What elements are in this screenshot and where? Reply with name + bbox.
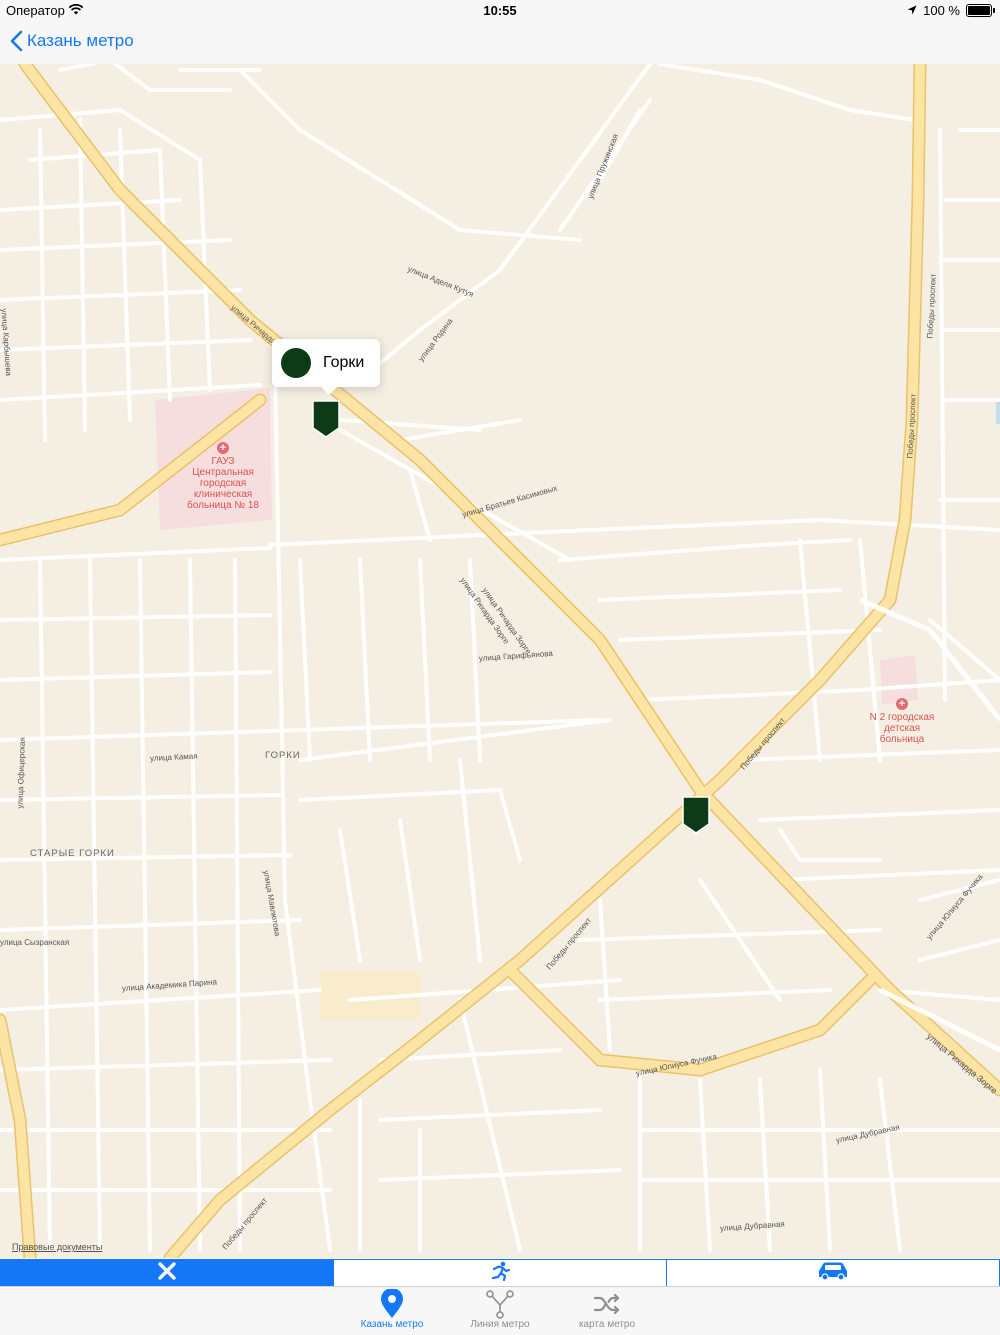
hospital-poi[interactable]: + N 2 городская детская больница	[862, 698, 942, 745]
tab-metro-map[interactable]: карта метро	[552, 1287, 662, 1335]
poi-line: больница № 18	[187, 500, 259, 511]
map-view[interactable]: улица Братьев Касимовых улица Гарифьянов…	[0, 64, 1000, 1258]
tab-label: карта метро	[578, 1319, 636, 1330]
back-button-label: Казань метро	[27, 31, 134, 50]
battery-percent: 100 %	[923, 3, 960, 18]
segment-walk[interactable]	[333, 1260, 666, 1286]
hospital-poi[interactable]: + ГАУЗ Центральная городская клиническая…	[180, 442, 266, 511]
poi-line: больница	[879, 734, 925, 745]
chevron-left-icon	[10, 30, 23, 52]
segment-close[interactable]	[1, 1260, 333, 1286]
route-mode-segmented-control	[0, 1259, 1000, 1287]
street-label: улица Сызранская	[0, 938, 70, 947]
poi-line: Центральная	[192, 467, 254, 478]
battery-icon	[966, 4, 995, 17]
poi-line: ГАУЗ	[211, 456, 235, 467]
tab-kazan-metro[interactable]: Казань метро	[337, 1287, 447, 1335]
navigation-bar: Казань метро	[0, 22, 1000, 65]
close-icon	[157, 1261, 177, 1286]
location-arrow-icon	[907, 3, 917, 18]
station-callout[interactable]: Горки	[272, 339, 380, 395]
poi-line: детская	[883, 723, 921, 734]
poi-line: N 2 городская	[869, 712, 935, 723]
hospital-icon: +	[896, 698, 908, 710]
hospital-icon: +	[217, 442, 229, 454]
callout-title: Горки	[323, 354, 365, 371]
poi-line: клиническая	[193, 489, 253, 500]
location-pin-icon	[337, 1288, 447, 1319]
tab-label: Казань метро	[360, 1319, 424, 1330]
tab-bar: Казань метро Линия метро карта метро	[0, 1286, 1000, 1335]
tab-label: Линия метро	[470, 1319, 530, 1330]
place-label: ГОРКИ	[265, 750, 301, 761]
back-button[interactable]: Казань метро	[10, 30, 134, 52]
clock: 10:55	[483, 3, 517, 18]
walk-icon	[489, 1261, 511, 1286]
legal-link[interactable]: Правовые документы	[12, 1242, 102, 1252]
tab-metro-line[interactable]: Линия метро	[445, 1287, 555, 1335]
status-bar: Оператор 10:55 100 %	[0, 0, 1000, 22]
station-dot-icon	[281, 348, 311, 378]
poi-line: городская	[199, 478, 247, 489]
shuffle-icon	[552, 1289, 662, 1319]
metro-line-icon	[445, 1289, 555, 1319]
segment-car[interactable]	[666, 1260, 999, 1286]
place-label: СТАРЫЕ ГОРКИ	[30, 848, 115, 859]
car-icon	[816, 1261, 850, 1286]
